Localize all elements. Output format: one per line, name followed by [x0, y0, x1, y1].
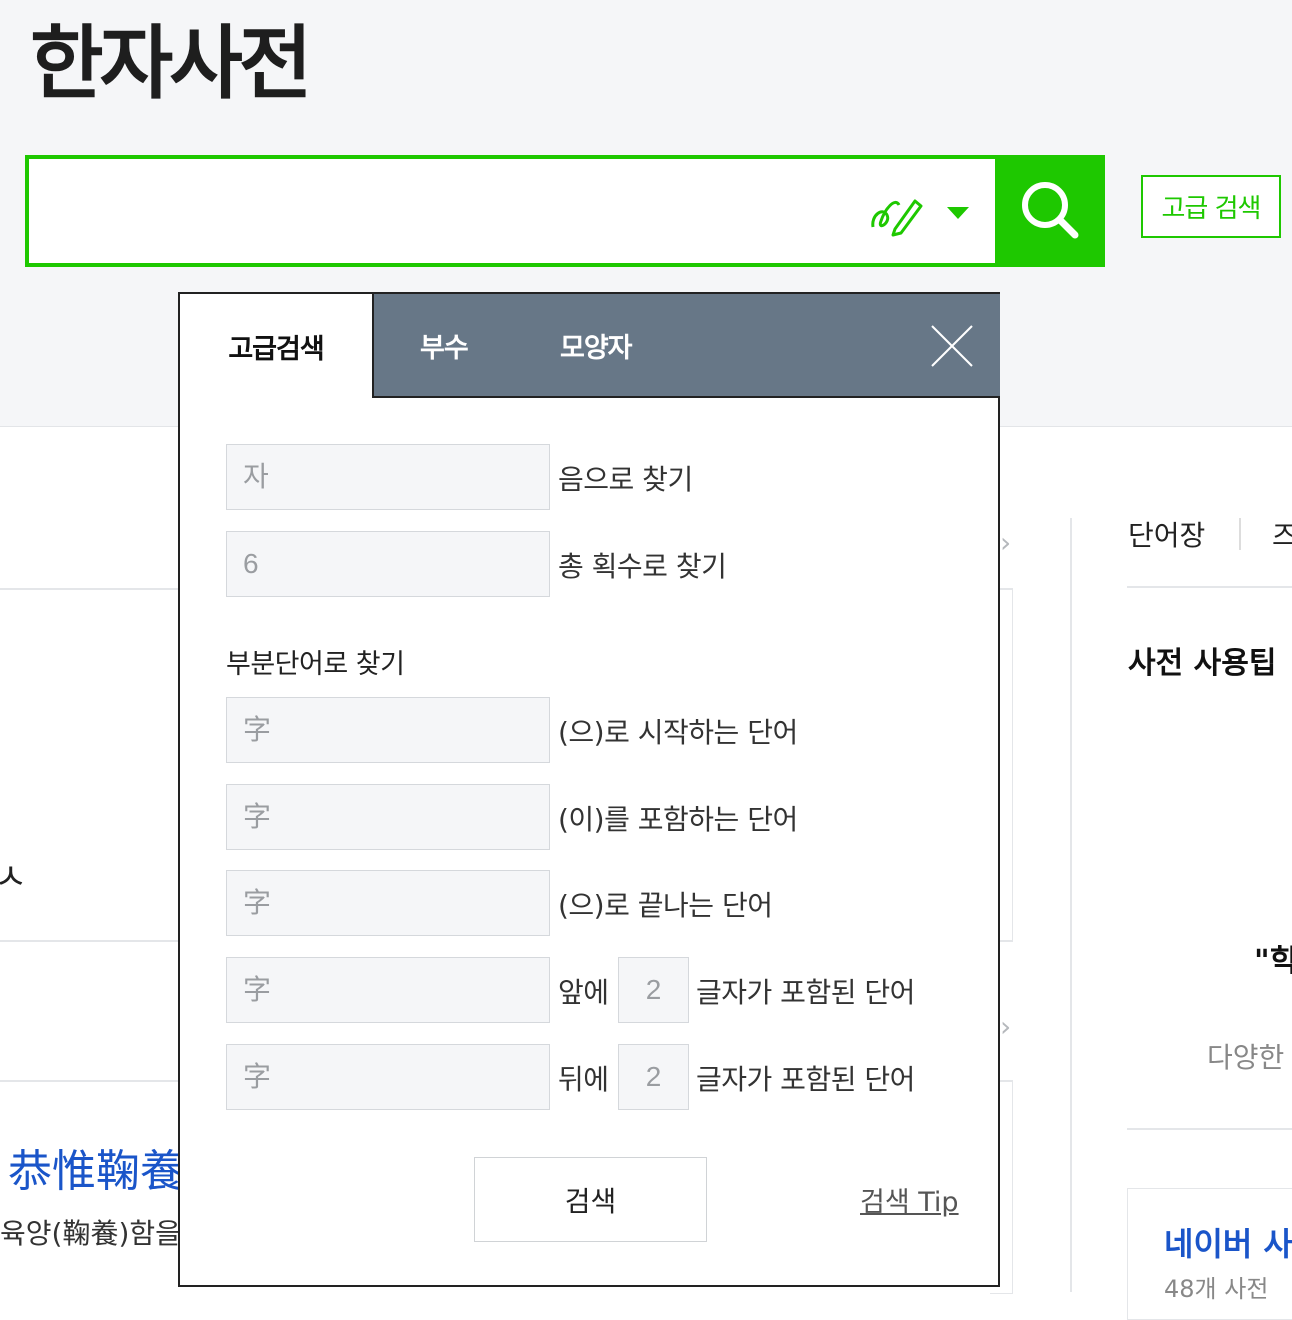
back-count-label: 글자가 포함된 단어	[696, 1063, 915, 1096]
contains-input[interactable]	[226, 784, 550, 850]
back-label: 뒤에	[558, 1063, 609, 1096]
naver-dictionary-card[interactable]: 네이버 사 48개 사전	[1127, 1188, 1292, 1320]
divider	[1127, 586, 1292, 588]
starts-with-label: (으)로 시작하는 단어	[558, 716, 798, 749]
naver-card-subtitle: 48개 사전	[1164, 1275, 1269, 1303]
back-char-input[interactable]	[226, 1044, 550, 1110]
partial-word-title: 부분단어로 찾기	[226, 649, 405, 680]
tip-quote: "힉	[1254, 944, 1292, 979]
tab-wordbook[interactable]: 단어장	[1128, 514, 1205, 554]
advanced-search-popup: 고급검색 부수 모양자 음으로 찾기 총 획수로 찾기 부분단어로 찾기 (으)…	[178, 292, 1000, 1287]
tip-description: 다양한	[1207, 1041, 1285, 1074]
chevron-right-icon[interactable]: ›	[1000, 526, 1011, 559]
sound-input[interactable]	[226, 444, 550, 510]
starts-with-input[interactable]	[226, 697, 550, 763]
tab-bar-inactive: 부수 모양자	[372, 294, 1000, 398]
chevron-down-icon[interactable]	[945, 203, 971, 223]
tab-shape[interactable]: 모양자	[560, 294, 633, 396]
tips-heading: 사전 사용팁	[1128, 646, 1277, 681]
search-icon	[1022, 181, 1079, 238]
divider	[1070, 518, 1072, 1292]
advanced-search-button[interactable]: 고급 검색	[1141, 175, 1281, 238]
popup-tab-bar: 고급검색 부수 모양자	[180, 294, 1000, 398]
front-label: 앞에	[558, 976, 609, 1009]
page-title: 한자사전	[30, 17, 312, 110]
left-fragment: ㅅ	[0, 857, 28, 898]
close-icon[interactable]	[930, 324, 974, 368]
tab-advanced-search[interactable]: 고급검색	[180, 294, 372, 398]
sound-label: 음으로 찾기	[558, 463, 693, 496]
popup-search-button[interactable]: 검색	[474, 1157, 707, 1242]
stroke-count-input[interactable]	[226, 531, 550, 597]
ends-with-label: (으)로 끝나는 단어	[558, 889, 773, 922]
search-box	[25, 155, 999, 267]
tab-separator	[1239, 518, 1241, 550]
ends-with-input[interactable]	[226, 870, 550, 936]
idiom-description: 육양(鞠養)함을	[0, 1217, 181, 1250]
handwriting-pen-icon[interactable]	[869, 187, 925, 237]
chevron-right-icon[interactable]: ›	[1000, 1010, 1011, 1043]
tab-next[interactable]: 즈	[1272, 514, 1292, 554]
front-count-label: 글자가 포함된 단어	[696, 976, 915, 1009]
front-char-input[interactable]	[226, 957, 550, 1023]
stroke-count-label: 총 획수로 찾기	[558, 550, 727, 583]
search-input[interactable]	[29, 159, 849, 263]
idiom-link[interactable]: 恭惟鞠養	[8, 1135, 184, 1199]
naver-card-title: 네이버 사	[1164, 1225, 1292, 1263]
contains-label: (이)를 포함하는 단어	[558, 803, 798, 836]
back-count-input[interactable]	[618, 1044, 689, 1110]
search-tip-link[interactable]: 검색 Tip	[860, 1180, 959, 1219]
divider	[1127, 1128, 1292, 1130]
tab-radical[interactable]: 부수	[420, 294, 469, 396]
front-count-input[interactable]	[618, 957, 689, 1023]
search-button[interactable]	[995, 155, 1105, 267]
